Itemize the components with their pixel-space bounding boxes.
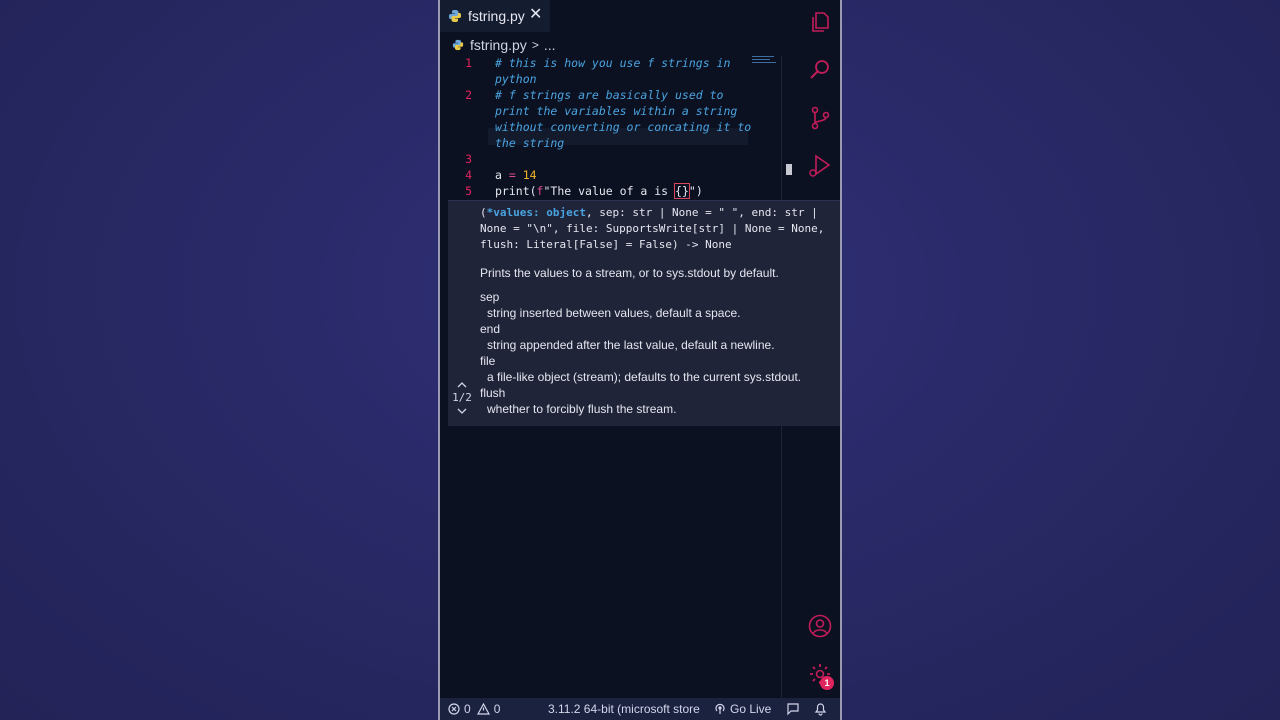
chevron-down-icon[interactable] <box>450 405 474 417</box>
param-name: file <box>480 354 496 368</box>
code-line-assignment: a = 14 <box>495 168 537 182</box>
go-live-button[interactable]: Go Live <box>714 698 771 720</box>
editor-window: fstring.py ✕ ··· fstring.py > ... 1 # th… <box>438 0 842 720</box>
code-comment: the string <box>495 136 565 150</box>
param-desc: whether to forcibly flush the stream. <box>487 402 677 416</box>
problems-indicator[interactable]: 0 0 <box>448 698 500 720</box>
search-icon[interactable] <box>808 57 832 81</box>
function-token: print( <box>495 184 537 198</box>
number-token: 14 <box>522 168 537 182</box>
code-comment: python <box>495 72 537 86</box>
close-icon[interactable]: ✕ <box>529 7 542 23</box>
function-signature: (*values: object, sep: str | None = " ",… <box>480 205 830 253</box>
signature-open-paren: ( <box>480 206 487 219</box>
settings-badge: 1 <box>820 676 834 690</box>
active-parameter: *values: object <box>486 206 586 219</box>
tab-label: fstring.py <box>468 8 525 24</box>
warning-icon <box>476 703 490 715</box>
error-count: 0 <box>464 702 471 716</box>
signature-rest: flush: Literal[False] = False) -> None <box>480 238 732 251</box>
breadcrumb-more[interactable]: ... <box>544 37 556 53</box>
account-icon[interactable] <box>808 614 832 638</box>
explorer-icon[interactable] <box>808 10 832 34</box>
source-control-icon[interactable] <box>808 106 832 130</box>
string-token: "The value of a is <box>543 184 676 198</box>
run-debug-icon[interactable] <box>808 154 832 180</box>
line-number: 5 <box>465 184 472 198</box>
tab-fstring[interactable]: fstring.py ✕ <box>440 0 550 32</box>
scrollbar-cursor-marker <box>786 164 792 175</box>
notifications-bell-icon[interactable] <box>814 698 827 720</box>
line-number: 4 <box>465 168 472 182</box>
operator-token: = <box>501 168 523 182</box>
go-live-label: Go Live <box>730 702 772 716</box>
param-desc: a file-like object (stream); defaults to… <box>487 370 802 384</box>
warning-count: 0 <box>493 702 501 716</box>
minimap[interactable] <box>752 56 778 66</box>
breadcrumb-python-icon <box>452 39 464 51</box>
code-line-print: print(f"The value of a is {}") <box>495 183 703 199</box>
signature-rest: None = "\n", file: SupportsWrite[str] | … <box>480 222 825 235</box>
code-comment: # this is how you use f strings in <box>495 56 731 70</box>
param-name: flush <box>480 386 506 400</box>
overload-counter: 1/2 <box>452 391 472 404</box>
code-comment: print the variables within a string <box>495 104 738 118</box>
status-bar: 0 0 3.11.2 64-bit (microsoft store Go Li… <box>440 698 840 720</box>
breadcrumb: fstring.py > ... <box>452 36 556 54</box>
breadcrumb-file[interactable]: fstring.py <box>470 37 527 53</box>
signature-rest: , sep: str | None = " ", end: str | <box>585 206 818 219</box>
doc-summary: Prints the values to a stream, or to sys… <box>480 266 779 280</box>
line-number: 2 <box>465 88 472 102</box>
param-desc: string inserted between values, default … <box>487 306 741 320</box>
overload-pager: 1/2 <box>450 379 474 417</box>
documentation: Prints the values to a stream, or to sys… <box>480 265 830 417</box>
param-desc: string appended after the last value, de… <box>487 338 775 352</box>
string-end-token: ") <box>688 184 703 198</box>
param-name: end <box>480 322 501 336</box>
parameter-hint-popup: (*values: object, sep: str | None = " ",… <box>448 200 840 426</box>
line-number: 1 <box>465 56 472 70</box>
code-comment: without converting or concating it to <box>495 120 752 134</box>
tab-bar: fstring.py ✕ ··· <box>440 0 840 32</box>
error-icon <box>448 703 460 715</box>
brace-placeholder: {} <box>674 183 690 199</box>
broadcast-icon <box>714 703 726 715</box>
code-comment: # f strings are basically used to <box>495 88 724 102</box>
feedback-icon[interactable] <box>786 698 800 720</box>
param-name: sep <box>480 290 500 304</box>
breadcrumb-separator: > <box>531 38 539 52</box>
line-number: 3 <box>465 152 472 166</box>
python-file-icon <box>448 9 462 23</box>
chevron-up-icon[interactable] <box>450 379 474 391</box>
variable-token: a <box>495 168 502 182</box>
python-interpreter[interactable]: 3.11.2 64-bit (microsoft store <box>548 698 704 720</box>
